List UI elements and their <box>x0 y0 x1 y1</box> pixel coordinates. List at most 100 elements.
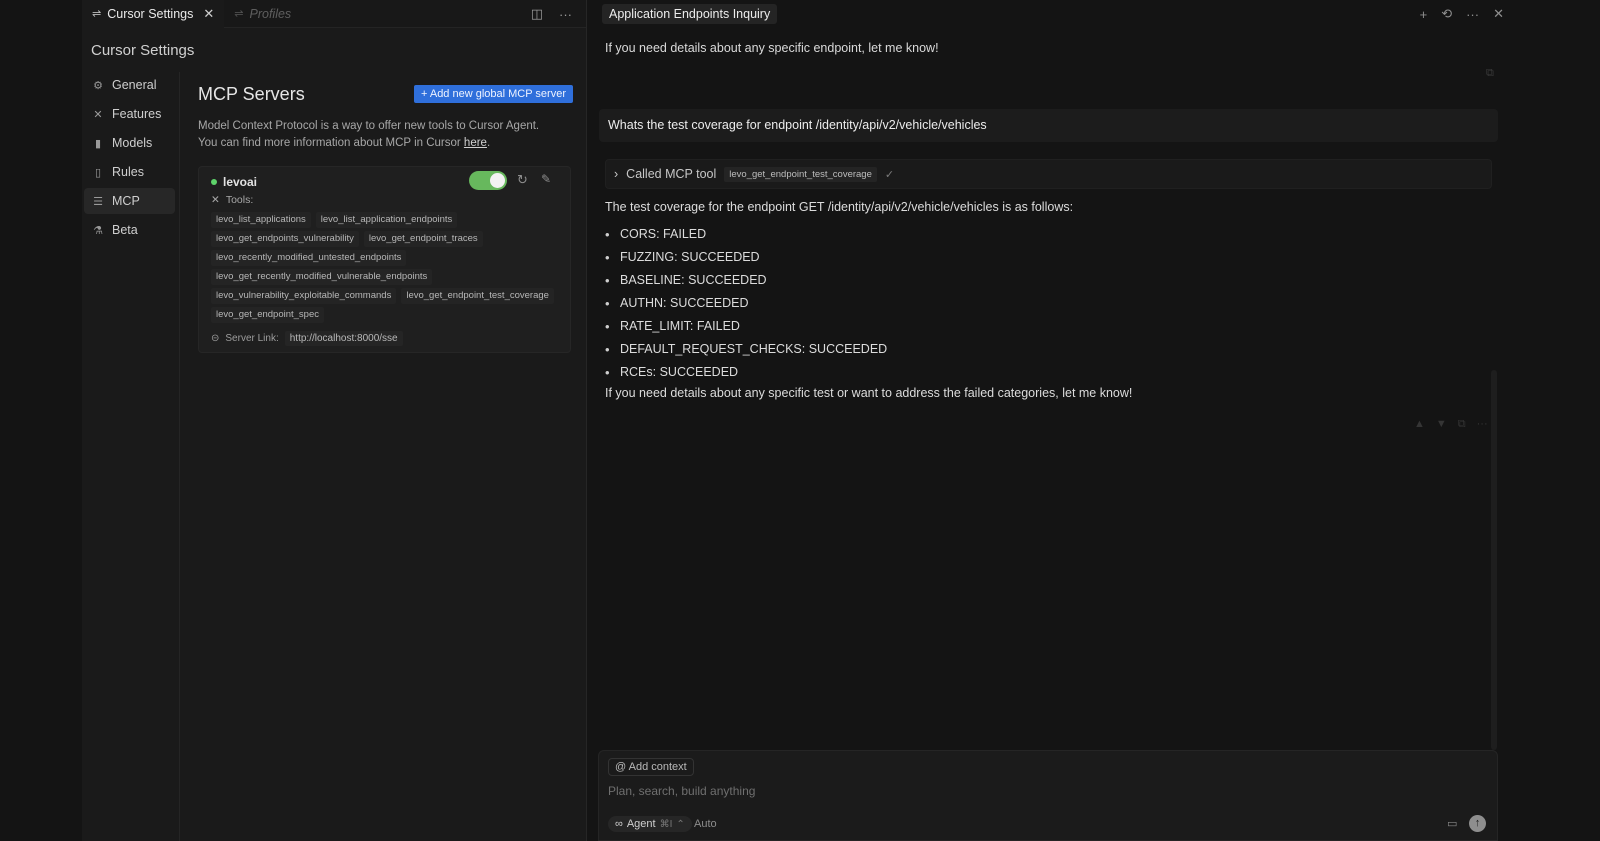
add-mcp-server-button[interactable]: + Add new global MCP server <box>413 85 573 103</box>
tool-chip: levo_get_endpoints_vulnerability <box>211 231 359 247</box>
coverage-result: RATE_LIMIT: FAILED <box>620 319 740 333</box>
sidebar-item-label: MCP <box>112 194 140 208</box>
more-icon[interactable]: ··· <box>559 7 572 22</box>
more-icon[interactable]: ··· <box>1466 7 1479 22</box>
book-icon: ▯ <box>94 166 102 179</box>
add-context-button[interactable]: @ Add context <box>608 758 694 776</box>
tool-chip: levo_get_recently_modified_vulnerable_en… <box>211 269 433 285</box>
settings-pane: ⇌ Cursor Settings ✕ ⇌ Profiles ◫ ··· Cur… <box>82 0 587 841</box>
copy-icon[interactable]: ⧉ <box>1458 418 1466 431</box>
tool-chip: levo_list_application_endpoints <box>315 212 458 228</box>
sidebar-item-label: General <box>112 78 157 92</box>
model-selector[interactable]: Auto <box>694 818 717 830</box>
tools-icon: ✕ <box>211 194 220 206</box>
pencil-icon[interactable]: ✎ <box>541 172 551 186</box>
send-button[interactable]: ↑ <box>1469 815 1486 832</box>
tool-chip: levo_get_endpoint_traces <box>363 231 483 247</box>
list-item: • FUZZING: SUCCEEDED <box>605 246 1132 269</box>
close-icon[interactable]: ✕ <box>203 6 214 22</box>
flask-icon: ⚗ <box>93 224 103 237</box>
bullet-icon: • <box>605 319 610 334</box>
list-item: • DEFAULT_REQUEST_CHECKS: SUCCEEDED <box>605 338 1132 361</box>
mcp-server-card: levoai ↻ ✎ ✕ Tools: levo_list_applicatio… <box>198 166 571 353</box>
coverage-result: FUZZING: SUCCEEDED <box>620 250 760 264</box>
sidebar-item-label: Features <box>112 107 162 121</box>
tool-name: levo_get_endpoint_test_coverage <box>724 166 877 182</box>
bullet-icon: • <box>605 273 610 288</box>
tab-cursor-settings[interactable]: ⇌ Cursor Settings ✕ <box>82 0 225 28</box>
tool-list: levo_list_applications levo_list_applica… <box>211 212 566 323</box>
bullet-icon: • <box>605 342 610 357</box>
sidebar-item-label: Beta <box>112 223 138 237</box>
description-line: You can find more information about MCP … <box>198 135 573 152</box>
bullet-icon: • <box>605 296 610 311</box>
sidebar-item-models[interactable]: ▮ Models <box>84 130 175 156</box>
answer-intro: The test coverage for the endpoint GET /… <box>605 200 1074 214</box>
toggle-knob <box>490 173 505 188</box>
tool-chip: levo_get_endpoint_spec <box>211 307 325 323</box>
server-name-label: levoai <box>223 175 258 189</box>
status-dot <box>211 179 217 185</box>
agent-mode-selector[interactable]: ∞ Agent ⌘I ⌃ <box>608 816 692 832</box>
check-icon: ✓ <box>884 168 895 181</box>
link-icon: ⊝ <box>211 333 220 344</box>
section-title: MCP Servers <box>198 83 305 104</box>
message-feedback: ▲ ▼ ⧉ ··· <box>1414 418 1488 431</box>
sidebar-item-general[interactable]: ⚙ General <box>84 72 175 98</box>
history-icon[interactable]: ⟲ <box>1441 6 1452 22</box>
server-icon: ☰ <box>93 195 103 208</box>
chat-header: Application Endpoints Inquiry + ⟲ ··· ✕ <box>588 0 1520 28</box>
thumbs-up-icon[interactable]: ▲ <box>1414 418 1425 431</box>
sidebar-item-label: Rules <box>112 165 144 179</box>
assistant-message: If you need details about any specific e… <box>605 41 939 55</box>
tools-icon: ✕ <box>93 108 103 121</box>
sidebar-item-mcp[interactable]: ☰ MCP <box>84 188 175 214</box>
refresh-icon[interactable]: ↻ <box>517 172 528 188</box>
list-item: • RATE_LIMIT: FAILED <box>605 315 1132 338</box>
chevron-right-icon: › <box>614 167 619 181</box>
user-message[interactable]: Whats the test coverage for endpoint /id… <box>599 109 1498 142</box>
coverage-result: BASELINE: SUCCEEDED <box>620 273 767 287</box>
tab-profiles[interactable]: ⇌ Profiles <box>224 0 301 28</box>
settings-nav: ⚙ General ✕ Features ▮ Models ▯ Rules ☰ … <box>82 72 180 841</box>
settings-sliders-icon: ⇌ <box>92 8 102 20</box>
profiles-icon: ⇌ <box>234 8 244 20</box>
coverage-result: RCEs: SUCCEEDED <box>620 365 739 379</box>
image-icon[interactable]: ▭ <box>1447 817 1457 830</box>
chat-actions: + ⟲ ··· ✕ <box>1420 0 1504 28</box>
thumbs-down-icon[interactable]: ▼ <box>1436 418 1447 431</box>
plus-icon[interactable]: + <box>1420 7 1428 22</box>
description-text: You can find more information about MCP … <box>198 137 464 149</box>
sidebar-item-beta[interactable]: ⚗ Beta <box>84 217 175 243</box>
chat-pane: Application Endpoints Inquiry + ⟲ ··· ✕ … <box>588 0 1520 841</box>
more-icon[interactable]: ··· <box>1477 418 1488 431</box>
bar-chart-icon: ▮ <box>94 137 102 150</box>
tools-label: ✕ Tools: <box>211 194 253 206</box>
copy-icon[interactable]: ⧉ <box>1486 67 1494 80</box>
answer-outro: If you need details about any specific t… <box>605 386 1133 400</box>
mcp-header: MCP Servers + Add new global MCP server <box>198 82 573 106</box>
server-url[interactable]: http://localhost:8000/sse <box>284 331 403 346</box>
chat-input[interactable]: Plan, search, build anything <box>608 784 755 798</box>
scrollbar[interactable] <box>1491 370 1497 750</box>
split-editor-icon[interactable]: ◫ <box>531 6 543 22</box>
tool-chip: levo_get_endpoint_test_coverage <box>401 288 554 304</box>
sidebar-item-rules[interactable]: ▯ Rules <box>84 159 175 185</box>
chevron-up-icon: ⌃ <box>676 818 685 830</box>
tool-call-label: Called MCP tool <box>626 167 717 181</box>
tool-chip: levo_recently_modified_untested_endpoint… <box>211 250 407 266</box>
bullet-icon: • <box>605 365 610 380</box>
close-icon[interactable]: ✕ <box>1493 6 1504 22</box>
server-enabled-toggle[interactable] <box>469 171 507 190</box>
tab-label: Cursor Settings <box>107 6 194 21</box>
gear-icon: ⚙ <box>93 79 103 92</box>
list-item: • BASELINE: SUCCEEDED <box>605 269 1132 292</box>
list-item: • RCEs: SUCCEEDED <box>605 361 1132 384</box>
tool-call-row[interactable]: › Called MCP tool levo_get_endpoint_test… <box>605 159 1492 189</box>
tool-chip: levo_vulnerability_exploitable_commands <box>211 288 397 304</box>
sidebar-item-features[interactable]: ✕ Features <box>84 101 175 127</box>
bullet-icon: • <box>605 227 610 242</box>
chat-title[interactable]: Application Endpoints Inquiry <box>602 4 778 24</box>
right-margin <box>1520 0 1600 841</box>
docs-link[interactable]: here <box>464 137 487 149</box>
